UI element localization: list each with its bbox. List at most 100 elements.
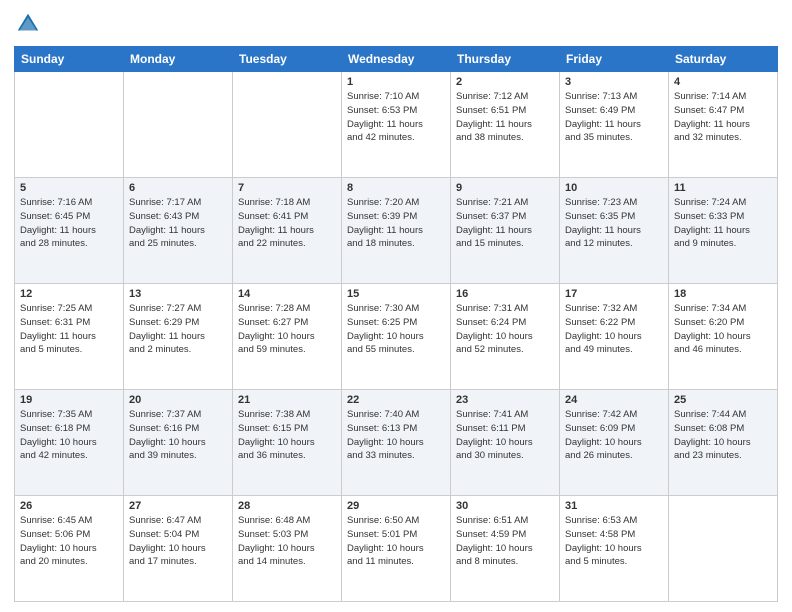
week-row-1: 1 Sunrise: 7:10 AM Sunset: 6:53 PM Daylig… — [15, 72, 778, 178]
day-number: 6 — [129, 182, 227, 194]
day-cell: 30 Sunrise: 6:51 AM Sunset: 4:59 PM Dayli… — [451, 496, 560, 602]
day-number: 25 — [674, 394, 772, 406]
day-cell: 26 Sunrise: 6:45 AM Sunset: 5:06 PM Dayli… — [15, 496, 124, 602]
day-number: 12 — [20, 288, 118, 300]
day-cell: 22Sunrise: 7:40 AM Sunset: 6:13 PM Dayli… — [342, 390, 451, 496]
day-cell: 18 Sunrise: 7:34 AM Sunset: 6:20 PM Dayli… — [669, 284, 778, 390]
day-number: 15 — [347, 288, 445, 300]
day-cell: 9 Sunrise: 7:21 AM Sunset: 6:37 PM Daylig… — [451, 178, 560, 284]
day-info: Sunrise: 7:42 AM Sunset: 6:09 PM Dayligh… — [565, 408, 663, 463]
day-info: Sunrise: 7:28 AM Sunset: 6:27 PM Dayligh… — [238, 302, 336, 357]
day-cell: 5 Sunrise: 7:16 AM Sunset: 6:45 PM Daylig… — [15, 178, 124, 284]
day-cell: 10 Sunrise: 7:23 AM Sunset: 6:35 PM Dayli… — [560, 178, 669, 284]
day-info: Sunrise: 7:13 AM Sunset: 6:49 PM Dayligh… — [565, 90, 663, 145]
day-number: 22 — [347, 394, 445, 406]
day-number: 24 — [565, 394, 663, 406]
day-number: 5 — [20, 182, 118, 194]
day-cell: 31 Sunrise: 6:53 AM Sunset: 4:58 PM Dayli… — [560, 496, 669, 602]
week-row-5: 26 Sunrise: 6:45 AM Sunset: 5:06 PM Dayli… — [15, 496, 778, 602]
day-cell: 24 Sunrise: 7:42 AM Sunset: 6:09 PM Dayli… — [560, 390, 669, 496]
day-info: Sunrise: 7:12 AM Sunset: 6:51 PM Dayligh… — [456, 90, 554, 145]
day-number: 8 — [347, 182, 445, 194]
day-number: 14 — [238, 288, 336, 300]
day-cell: 15 Sunrise: 7:30 AM Sunset: 6:25 PM Dayli… — [342, 284, 451, 390]
day-cell: 29Sunrise: 6:50 AM Sunset: 5:01 PM Dayli… — [342, 496, 451, 602]
day-number: 16 — [456, 288, 554, 300]
day-cell: 27Sunrise: 6:47 AM Sunset: 5:04 PM Dayli… — [124, 496, 233, 602]
day-number: 4 — [674, 76, 772, 88]
day-number: 26 — [20, 500, 118, 512]
day-info: Sunrise: 7:35 AM Sunset: 6:18 PM Dayligh… — [20, 408, 118, 463]
weekday-header-friday: Friday — [560, 47, 669, 72]
day-info: Sunrise: 6:53 AM Sunset: 4:58 PM Dayligh… — [565, 514, 663, 569]
day-info: Sunrise: 7:30 AM Sunset: 6:25 PM Dayligh… — [347, 302, 445, 357]
day-info: Sunrise: 7:37 AM Sunset: 6:16 PM Dayligh… — [129, 408, 227, 463]
day-number: 1 — [347, 76, 445, 88]
day-cell: 21 Sunrise: 7:38 AM Sunset: 6:15 PM Dayli… — [233, 390, 342, 496]
day-number: 19 — [20, 394, 118, 406]
day-number: 18 — [674, 288, 772, 300]
day-info: Sunrise: 7:14 AM Sunset: 6:47 PM Dayligh… — [674, 90, 772, 145]
day-info: Sunrise: 7:18 AM Sunset: 6:41 PM Dayligh… — [238, 196, 336, 251]
day-number: 21 — [238, 394, 336, 406]
day-cell: 20 Sunrise: 7:37 AM Sunset: 6:16 PM Dayli… — [124, 390, 233, 496]
day-cell: 28Sunrise: 6:48 AM Sunset: 5:03 PM Dayli… — [233, 496, 342, 602]
week-row-2: 5 Sunrise: 7:16 AM Sunset: 6:45 PM Daylig… — [15, 178, 778, 284]
weekday-header-sunday: Sunday — [15, 47, 124, 72]
logo — [14, 10, 46, 38]
day-number: 2 — [456, 76, 554, 88]
day-cell — [233, 72, 342, 178]
day-info: Sunrise: 7:44 AM Sunset: 6:08 PM Dayligh… — [674, 408, 772, 463]
day-number: 3 — [565, 76, 663, 88]
day-number: 9 — [456, 182, 554, 194]
day-number: 7 — [238, 182, 336, 194]
day-number: 10 — [565, 182, 663, 194]
calendar-table: SundayMondayTuesdayWednesdayThursdayFrid… — [14, 46, 778, 602]
weekday-header-row: SundayMondayTuesdayWednesdayThursdayFrid… — [15, 47, 778, 72]
day-info: Sunrise: 7:38 AM Sunset: 6:15 PM Dayligh… — [238, 408, 336, 463]
day-info: Sunrise: 7:20 AM Sunset: 6:39 PM Dayligh… — [347, 196, 445, 251]
day-cell: 11 Sunrise: 7:24 AM Sunset: 6:33 PM Dayli… — [669, 178, 778, 284]
day-info: Sunrise: 7:17 AM Sunset: 6:43 PM Dayligh… — [129, 196, 227, 251]
day-cell: 1 Sunrise: 7:10 AM Sunset: 6:53 PM Daylig… — [342, 72, 451, 178]
week-row-4: 19 Sunrise: 7:35 AM Sunset: 6:18 PM Dayli… — [15, 390, 778, 496]
day-info: Sunrise: 7:31 AM Sunset: 6:24 PM Dayligh… — [456, 302, 554, 357]
day-info: Sunrise: 6:45 AM Sunset: 5:06 PM Dayligh… — [20, 514, 118, 569]
day-info: Sunrise: 7:23 AM Sunset: 6:35 PM Dayligh… — [565, 196, 663, 251]
day-cell: 2 Sunrise: 7:12 AM Sunset: 6:51 PM Daylig… — [451, 72, 560, 178]
day-info: Sunrise: 7:32 AM Sunset: 6:22 PM Dayligh… — [565, 302, 663, 357]
day-info: Sunrise: 7:16 AM Sunset: 6:45 PM Dayligh… — [20, 196, 118, 251]
calendar-page: SundayMondayTuesdayWednesdayThursdayFrid… — [0, 0, 792, 612]
day-info: Sunrise: 6:47 AM Sunset: 5:04 PM Dayligh… — [129, 514, 227, 569]
day-cell — [124, 72, 233, 178]
day-cell — [669, 496, 778, 602]
weekday-header-wednesday: Wednesday — [342, 47, 451, 72]
day-number: 31 — [565, 500, 663, 512]
day-number: 13 — [129, 288, 227, 300]
day-info: Sunrise: 7:41 AM Sunset: 6:11 PM Dayligh… — [456, 408, 554, 463]
day-number: 23 — [456, 394, 554, 406]
day-info: Sunrise: 6:50 AM Sunset: 5:01 PM Dayligh… — [347, 514, 445, 569]
day-cell: 25 Sunrise: 7:44 AM Sunset: 6:08 PM Dayli… — [669, 390, 778, 496]
day-number: 28 — [238, 500, 336, 512]
day-number: 20 — [129, 394, 227, 406]
weekday-header-tuesday: Tuesday — [233, 47, 342, 72]
day-number: 11 — [674, 182, 772, 194]
day-cell: 6 Sunrise: 7:17 AM Sunset: 6:43 PM Daylig… — [124, 178, 233, 284]
weekday-header-monday: Monday — [124, 47, 233, 72]
day-cell: 23 Sunrise: 7:41 AM Sunset: 6:11 PM Dayli… — [451, 390, 560, 496]
day-cell: 19 Sunrise: 7:35 AM Sunset: 6:18 PM Dayli… — [15, 390, 124, 496]
day-number: 30 — [456, 500, 554, 512]
day-info: Sunrise: 7:21 AM Sunset: 6:37 PM Dayligh… — [456, 196, 554, 251]
day-info: Sunrise: 7:25 AM Sunset: 6:31 PM Dayligh… — [20, 302, 118, 357]
day-info: Sunrise: 7:24 AM Sunset: 6:33 PM Dayligh… — [674, 196, 772, 251]
day-cell: 3 Sunrise: 7:13 AM Sunset: 6:49 PM Daylig… — [560, 72, 669, 178]
week-row-3: 12 Sunrise: 7:25 AM Sunset: 6:31 PM Dayli… — [15, 284, 778, 390]
day-info: Sunrise: 7:10 AM Sunset: 6:53 PM Dayligh… — [347, 90, 445, 145]
day-cell: 7 Sunrise: 7:18 AM Sunset: 6:41 PM Daylig… — [233, 178, 342, 284]
day-info: Sunrise: 7:27 AM Sunset: 6:29 PM Dayligh… — [129, 302, 227, 357]
weekday-header-thursday: Thursday — [451, 47, 560, 72]
day-info: Sunrise: 6:51 AM Sunset: 4:59 PM Dayligh… — [456, 514, 554, 569]
day-info: Sunrise: 7:34 AM Sunset: 6:20 PM Dayligh… — [674, 302, 772, 357]
weekday-header-saturday: Saturday — [669, 47, 778, 72]
